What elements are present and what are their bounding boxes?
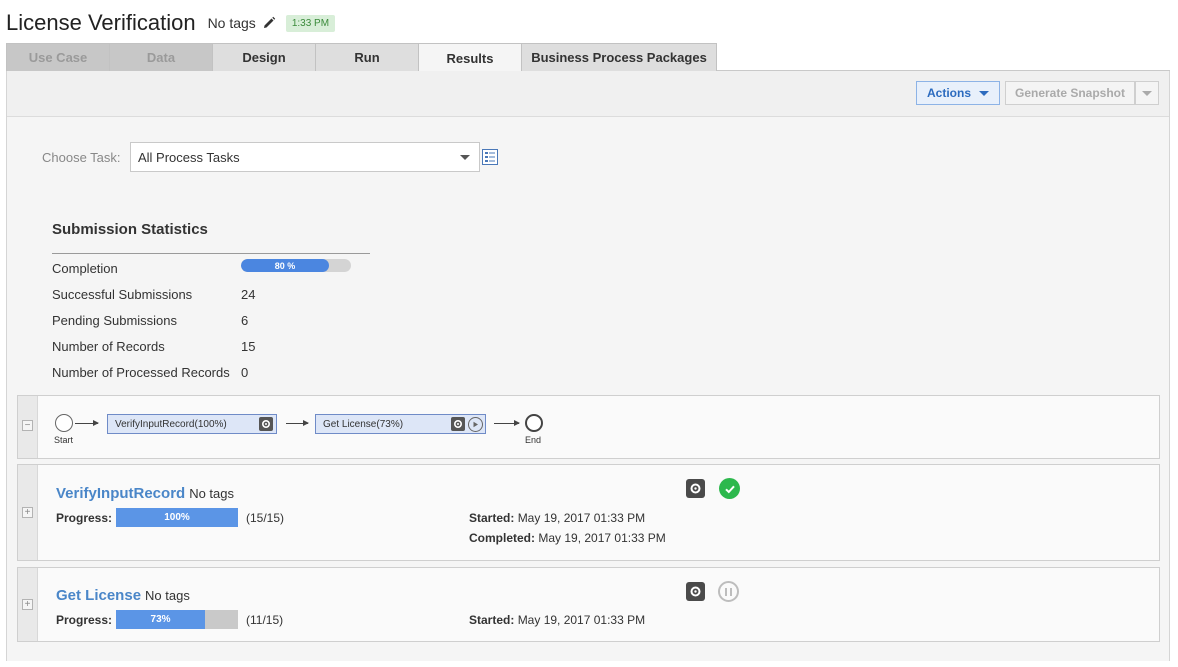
gear-icon[interactable]: [686, 582, 705, 601]
tab-bar: Use Case Data Design Run Results Busines…: [6, 43, 1170, 72]
started-value: May 19, 2017 01:33 PM: [517, 511, 646, 525]
task-progress-bar: 100%: [116, 508, 238, 527]
check-circle-icon: [719, 478, 740, 499]
task-name-link[interactable]: Get License No tags: [56, 587, 190, 604]
completed-line: Completed: May 19, 2017 01:33 PM: [469, 531, 666, 545]
chevron-down-icon: [460, 155, 470, 160]
tab-design[interactable]: Design: [212, 43, 316, 71]
task-name[interactable]: VerifyInputRecord: [56, 485, 185, 502]
flow-node-verify-input-record[interactable]: VerifyInputRecord(100%): [107, 414, 277, 434]
task-select[interactable]: All Process Tasks: [130, 142, 480, 172]
gear-icon[interactable]: [686, 479, 705, 498]
choose-task-label: Choose Task:: [42, 150, 121, 165]
tab-use-case[interactable]: Use Case: [6, 43, 110, 71]
play-icon[interactable]: [468, 416, 483, 432]
stat-value-pending: 6: [241, 313, 249, 328]
stat-value-records: 15: [241, 339, 256, 354]
chevron-down-icon: [1142, 90, 1152, 96]
time-badge: 1:33 PM: [285, 14, 336, 32]
tab-run[interactable]: Run: [315, 43, 419, 71]
flow-gutter: −: [18, 396, 38, 458]
actions-label: Actions: [926, 86, 971, 100]
started-value: May 19, 2017 01:33 PM: [517, 613, 646, 627]
stat-label-records: Number of Records: [52, 339, 165, 354]
task-tags: No tags: [189, 486, 235, 501]
gear-icon[interactable]: [259, 417, 273, 431]
task-card-verify-input-record: + VerifyInputRecord No tags Progress: 100…: [17, 464, 1160, 561]
results-panel: Actions Generate Snapshot Choose Task: A…: [6, 71, 1170, 661]
progress-count: (11/15): [246, 613, 284, 627]
pause-circle-icon[interactable]: [718, 581, 739, 602]
flow-arrow: [286, 420, 309, 426]
progress-label: Progress:: [56, 511, 113, 525]
completion-label: Completion: [52, 261, 118, 276]
tags-label: No tags: [207, 15, 256, 31]
task-gutter: +: [18, 568, 38, 641]
start-node[interactable]: [55, 414, 73, 432]
task-select-value: All Process Tasks: [138, 149, 240, 165]
started-line: Started: May 19, 2017 01:33 PM: [469, 613, 645, 627]
stat-label-successful: Successful Submissions: [52, 287, 193, 302]
pencil-icon[interactable]: [262, 16, 276, 30]
progress-label: Progress:: [56, 613, 113, 627]
completion-progress-bar: 80 %: [241, 259, 351, 272]
stats-title: Submission Statistics: [52, 221, 208, 238]
task-progress-fill: 73%: [116, 610, 206, 629]
stats-divider: [52, 253, 370, 254]
task-progress-fill: 100%: [116, 508, 238, 527]
started-line: Started: May 19, 2017 01:33 PM: [469, 511, 645, 525]
flow-node-label: VerifyInputRecord(100%): [115, 418, 227, 430]
tab-business-process-packages[interactable]: Business Process Packages: [521, 43, 717, 71]
completed-value: May 19, 2017 01:33 PM: [538, 531, 666, 545]
start-label: Start: [54, 435, 74, 445]
flow-arrow: [494, 420, 520, 426]
task-tags: No tags: [145, 588, 190, 603]
stat-label-processed: Number of Processed Records: [52, 365, 230, 380]
task-gutter: +: [18, 465, 38, 560]
end-label: End: [525, 435, 542, 445]
chevron-down-icon: [979, 90, 989, 96]
stat-value-successful: 24: [241, 287, 256, 302]
generate-snapshot-button[interactable]: Generate Snapshot: [1005, 81, 1135, 105]
tab-results[interactable]: Results: [418, 43, 522, 72]
page-header: License Verification No tags 1:33 PM: [6, 8, 336, 38]
task-name[interactable]: Get License: [56, 587, 141, 604]
flow-node-get-license[interactable]: Get License(73%): [315, 414, 486, 434]
flow-node-label: Get License(73%): [323, 418, 404, 430]
started-label: Started:: [469, 613, 515, 627]
started-label: Started:: [469, 511, 515, 525]
toolbar: Actions Generate Snapshot: [7, 71, 1169, 117]
task-list-icon[interactable]: [482, 149, 498, 165]
task-progress-bar: 73%: [116, 610, 238, 629]
snapshot-dropdown-button[interactable]: [1135, 81, 1159, 105]
task-name-link[interactable]: VerifyInputRecord No tags: [56, 485, 234, 502]
progress-count: (15/15): [246, 511, 285, 525]
task-card-get-license: + Get License No tags Progress: 73% (11/1…: [17, 567, 1160, 642]
process-flow: − Start VerifyInputRecord(100%) Get Lice…: [17, 395, 1160, 459]
flow-arrow: [75, 420, 99, 426]
collapse-toggle[interactable]: −: [22, 420, 33, 431]
stat-label-pending: Pending Submissions: [52, 313, 178, 328]
actions-button[interactable]: Actions: [916, 81, 1000, 105]
expand-toggle[interactable]: +: [22, 599, 33, 610]
end-node[interactable]: [525, 414, 543, 432]
gear-icon[interactable]: [451, 417, 465, 431]
page-title: License Verification: [6, 10, 196, 35]
stat-value-processed: 0: [241, 365, 249, 380]
completed-label: Completed:: [469, 531, 535, 545]
expand-toggle[interactable]: +: [22, 507, 33, 518]
tab-data[interactable]: Data: [109, 43, 213, 71]
completion-progress-fill: 80 %: [241, 259, 329, 272]
